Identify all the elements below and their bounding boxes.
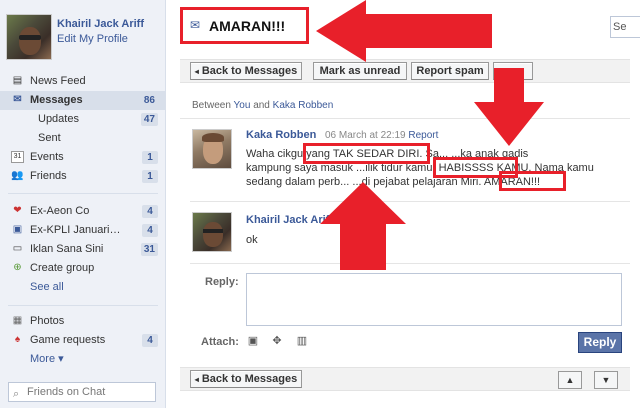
report-spam-button[interactable]: Report spam: [411, 62, 489, 80]
nav-messages[interactable]: ✉ Messages 86: [0, 91, 166, 110]
profile-name[interactable]: Khairil Jack Ariff: [57, 18, 144, 30]
participant-kaka-link[interactable]: Kaka Robben: [273, 100, 334, 111]
group-icon: ▣: [12, 224, 23, 235]
groups-nav: ❤ Ex-Aeon Co 4 ▣ Ex-KPLI Januari… 4 ▭ Ik…: [0, 202, 166, 297]
attach-label: Attach:: [201, 336, 239, 348]
see-all-link[interactable]: See all: [0, 278, 166, 297]
report-link[interactable]: Report: [408, 130, 438, 141]
next-message-button[interactable]: ▼: [594, 371, 618, 389]
participants-line: Between You and Kaka Robben: [192, 100, 334, 111]
nav-divider: [8, 305, 158, 306]
profile-avatar[interactable]: [6, 14, 52, 60]
mark-as-unread-button[interactable]: Mark as unread: [313, 62, 407, 80]
nav-create-group[interactable]: ⊕ Create group: [0, 259, 166, 278]
back-arrow-icon: ◂: [194, 375, 199, 384]
apps-nav: ▦ Photos ♠ Game requests 4 More ▾: [0, 312, 166, 369]
more-actions-button[interactable]: [493, 62, 533, 80]
nav-group-ex-kpli[interactable]: ▣ Ex-KPLI Januari… 4: [0, 221, 166, 240]
bottom-toolbar: ◂ Back to Messages ▲ ▼: [180, 367, 630, 391]
tv-icon: ▭: [12, 243, 23, 254]
message-author[interactable]: Khairil Jack Ariff: [246, 214, 333, 226]
nav-photos[interactable]: ▦ Photos: [0, 312, 166, 331]
photos-icon: ▦: [12, 315, 23, 326]
nav-divider: [8, 193, 158, 194]
friends-on-chat-input[interactable]: ⌕ Friends on Chat: [8, 382, 156, 402]
nav-group-ex-aeon[interactable]: ❤ Ex-Aeon Co 4: [0, 202, 166, 221]
highlight-box-amaran: [499, 171, 566, 191]
message-bubble-icon: ✉: [190, 18, 201, 32]
annotation-arrow-up: [320, 182, 406, 270]
reply-button[interactable]: Reply: [578, 332, 622, 353]
thread-title-box: ✉ AMARAN!!!: [180, 7, 309, 44]
calendar-icon: 31: [11, 151, 24, 163]
messages-count: 86: [143, 95, 155, 106]
nav-updates[interactable]: Updates 47: [0, 110, 166, 129]
main-nav: ▤ News Feed ✉ Messages 86 Updates 47 Sen…: [0, 72, 166, 186]
events-count: 1: [142, 151, 158, 164]
nav-friends[interactable]: 👥 Friends 1: [0, 167, 166, 186]
kaka-robben-photo[interactable]: [192, 129, 232, 169]
thread-toolbar: ◂ Back to Messages Mark as unread Report …: [180, 59, 630, 83]
highlight-box-tak-sedar-diri: [303, 143, 430, 164]
game-icon: ♠: [14, 334, 21, 345]
edit-profile-link[interactable]: Edit My Profile: [57, 33, 128, 45]
participant-you-link[interactable]: You: [234, 100, 251, 111]
message-author[interactable]: Kaka Robben: [246, 129, 316, 141]
left-sidebar: Khairil Jack Ariff Edit My Profile ▤ New…: [0, 0, 166, 408]
profile-block: Khairil Jack Ariff Edit My Profile: [6, 8, 166, 68]
heart-icon: ❤: [13, 205, 22, 216]
previous-message-button[interactable]: ▲: [558, 371, 582, 389]
create-group-icon: ⊕: [13, 262, 22, 273]
messages-icon: ✉: [13, 94, 22, 105]
back-arrow-icon: ◂: [194, 67, 199, 76]
news-feed-icon: ▤: [12, 75, 23, 86]
nav-group-iklan[interactable]: ▭ Iklan Sana Sini 31: [0, 240, 166, 259]
message-meta: 22:22: [358, 215, 384, 226]
message-body-line: ok: [246, 234, 258, 246]
more-link[interactable]: More ▾: [0, 350, 166, 369]
updates-count: 47: [140, 113, 158, 126]
annotation-arrow-left: [316, 0, 492, 62]
nav-news-feed[interactable]: ▤ News Feed: [0, 72, 166, 91]
friends-icon: 👥: [11, 170, 24, 181]
attach-video-icon[interactable]: ✥: [270, 334, 284, 348]
bottom-back-to-messages-button[interactable]: ◂ Back to Messages: [190, 370, 302, 388]
nav-events[interactable]: 31 Events 1: [0, 148, 166, 167]
nav-game-requests[interactable]: ♠ Game requests 4: [0, 331, 166, 350]
attach-link-icon[interactable]: ▥: [295, 334, 309, 348]
reply-textarea[interactable]: [246, 273, 622, 326]
reply-label: Reply:: [205, 276, 239, 288]
thread-title: AMARAN!!!: [209, 18, 286, 34]
divider: [180, 118, 630, 119]
nav-sent[interactable]: Sent: [0, 129, 166, 148]
message-meta: 06 March at 22:19 Report: [325, 130, 439, 141]
friends-count: 1: [142, 170, 158, 183]
divider: [190, 263, 630, 264]
search-icon: ⌕: [13, 388, 20, 400]
search-input[interactable]: Se: [610, 16, 640, 38]
divider: [190, 201, 630, 202]
attach-photo-icon[interactable]: ▣: [246, 334, 260, 348]
khairil-photo[interactable]: [192, 212, 232, 252]
back-to-messages-button[interactable]: ◂ Back to Messages: [190, 62, 302, 80]
